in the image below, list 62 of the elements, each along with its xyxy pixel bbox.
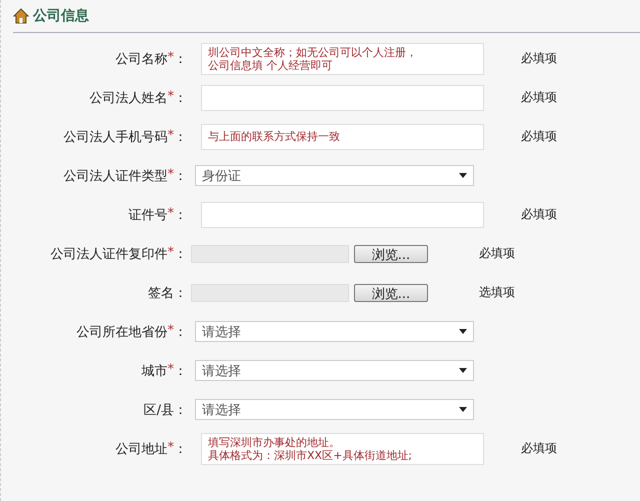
label-colon: ： (174, 168, 187, 184)
label-colon: ： (174, 440, 187, 458)
dropdown[interactable]: 请选择 (195, 399, 474, 420)
field-label: 公司所在地省份 (76, 324, 168, 340)
browse-button[interactable]: 浏览... (354, 244, 428, 262)
input-field[interactable]: 填写深圳市办事处的地址。 具体格式为：深圳市XX区+具体街道地址; (201, 432, 484, 464)
note-text: 与上面的联系方式保持一致 (208, 130, 340, 143)
required-mark: * (168, 88, 174, 106)
input-field[interactable]: 与上面的联系方式保持一致 (201, 124, 484, 150)
required-mark: * (168, 128, 174, 144)
note-text: 填写深圳市办事处的地址。 (208, 436, 340, 448)
browse-button[interactable]: 浏览... (354, 284, 428, 302)
home-icon (13, 8, 29, 24)
caret-icon (459, 173, 467, 178)
field-label: 公司法人证件类型 (64, 168, 168, 184)
required-mark: * (168, 206, 174, 222)
label-colon: ： (174, 90, 187, 106)
input-field[interactable] (201, 202, 484, 228)
hint-text: 必填项 (521, 440, 557, 457)
hint-text: 必填项 (479, 245, 515, 262)
note-text: 圳公司中文全称；如无公司可以个人注册， (208, 46, 417, 58)
input-field[interactable] (201, 84, 484, 110)
hint-text: 选填项 (479, 284, 515, 301)
label-colon: ： (174, 324, 187, 340)
field-label: 城市 (142, 362, 168, 380)
required-mark: * (168, 244, 174, 262)
field-label: 签名 (148, 284, 174, 302)
field-label: 证件号 (128, 206, 168, 224)
note-text: 公司信息填 个人经营即可 (208, 58, 332, 72)
dropdown[interactable]: 身份证 (195, 165, 474, 186)
hint-text: 必填项 (521, 206, 557, 223)
field-label: 公司名称 (116, 50, 168, 68)
field-label: 公司法人手机号码 (64, 128, 168, 146)
label-colon: ： (174, 284, 187, 302)
caret-icon (459, 368, 467, 373)
label-colon: ： (174, 362, 187, 380)
required-mark: * (168, 322, 174, 340)
required-mark: * (168, 166, 174, 184)
label-colon: ： (174, 50, 187, 68)
section-title: 公司信息 (33, 7, 89, 25)
note-text: 具体格式为：深圳市XX区+具体街道地址; (208, 448, 412, 462)
label-colon: ： (174, 402, 187, 418)
file-field[interactable] (191, 244, 349, 262)
field-label: 公司法人证件复印件 (50, 246, 168, 262)
dropdown[interactable]: 请选择 (195, 360, 474, 381)
caret-icon (459, 329, 467, 334)
hint-text: 必填项 (521, 128, 557, 145)
dropdown[interactable]: 请选择 (195, 321, 474, 342)
hint-text: 必填项 (521, 89, 557, 106)
required-mark: * (168, 50, 174, 66)
hint-text: 必填项 (521, 50, 557, 67)
file-field[interactable] (191, 284, 349, 302)
field-label: 公司法人姓名 (90, 90, 168, 106)
label-colon: ： (174, 246, 187, 262)
caret-icon (459, 407, 467, 412)
field-label: 公司地址 (116, 440, 168, 458)
required-mark: * (168, 362, 174, 378)
label-colon: ： (174, 128, 187, 146)
field-label: 区/县 (144, 402, 174, 418)
label-colon: ： (174, 206, 187, 224)
input-field[interactable]: 圳公司中文全称；如无公司可以个人注册， 公司信息填 个人经营即可 (201, 42, 484, 74)
required-mark: * (168, 440, 174, 456)
